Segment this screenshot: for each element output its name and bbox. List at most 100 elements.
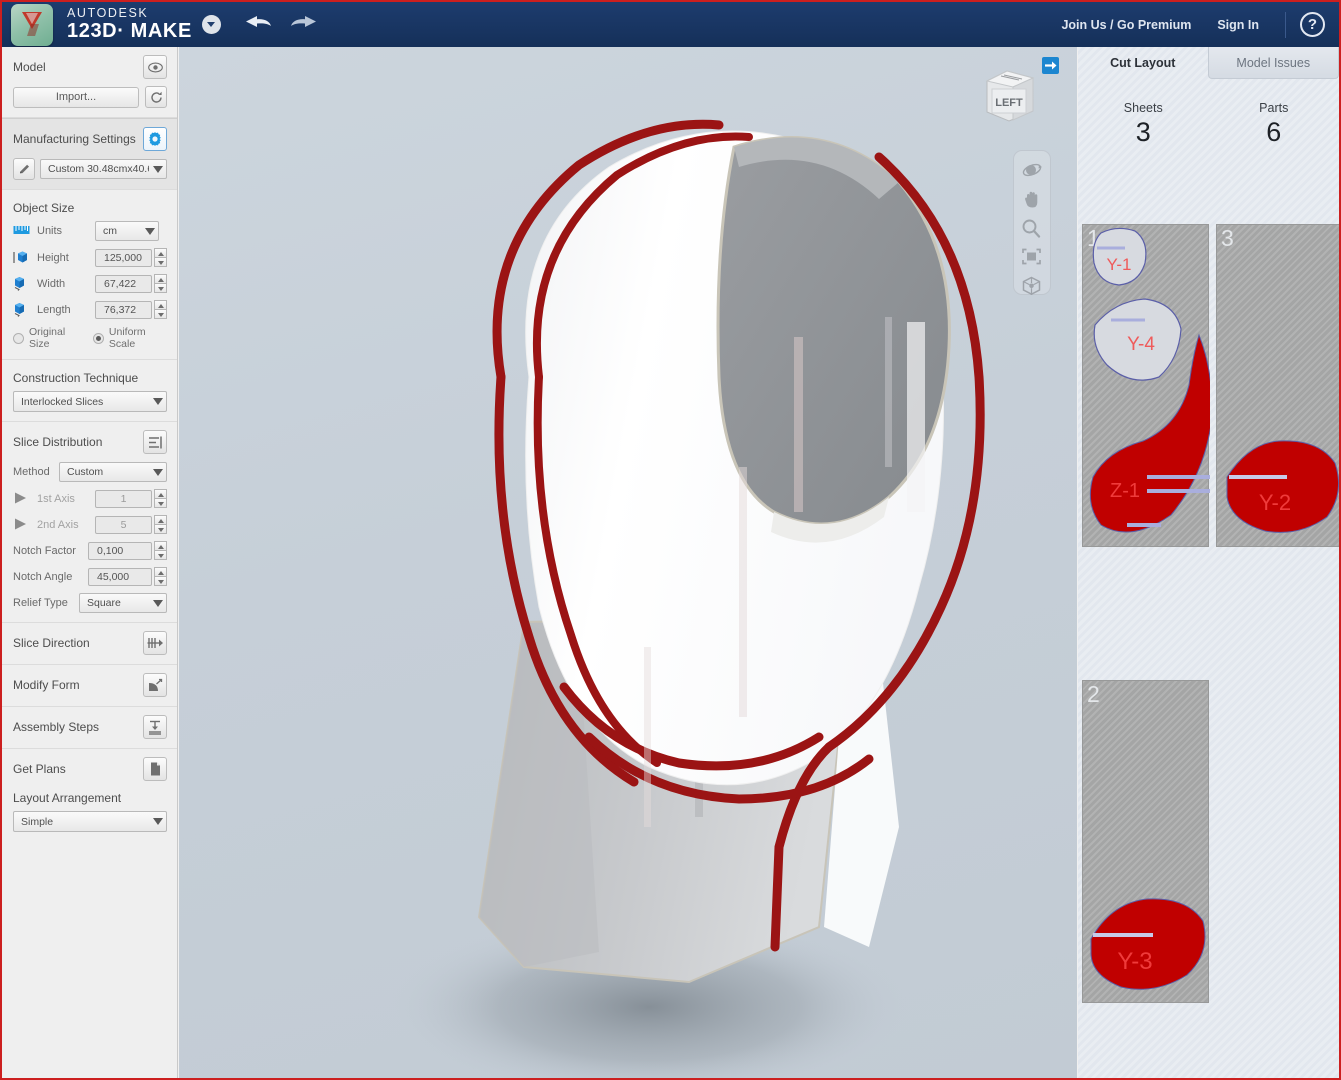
height-cube-icon <box>13 250 30 265</box>
eye-icon[interactable] <box>143 55 167 79</box>
tab-model-issues[interactable]: Model Issues <box>1207 47 1339 79</box>
help-icon[interactable]: ? <box>1300 12 1325 37</box>
collapse-panel-button[interactable] <box>1042 57 1059 74</box>
section-get-plans: Get Plans Layout Arrangement Simple <box>2 749 177 841</box>
section-slice-direction[interactable]: Slice Direction <box>2 623 177 665</box>
model-actions: Import... <box>13 86 167 108</box>
height-row: Height 125,000 <box>13 248 167 267</box>
axis1-stepper[interactable] <box>154 489 167 508</box>
section-assembly-steps[interactable]: Assembly Steps <box>2 707 177 749</box>
notch-angle-input[interactable]: 45,000 <box>88 567 152 586</box>
refresh-icon[interactable] <box>145 86 167 108</box>
app-header: AUTODESK 123D· MAKE Join Us / Go Premium… <box>2 2 1339 47</box>
application-window: AUTODESK 123D· MAKE Join Us / Go Premium… <box>0 0 1341 1080</box>
section-modify-form[interactable]: Modify Form <box>2 665 177 707</box>
parts-value: 6 <box>1266 117 1282 147</box>
import-button[interactable]: Import... <box>13 86 139 108</box>
fit-frame-icon[interactable] <box>1021 247 1043 267</box>
axis2-input[interactable]: 5 <box>95 515 152 534</box>
relief-type-row: Relief Type Square <box>13 593 167 613</box>
part-label: Y-3 <box>1117 948 1152 975</box>
expand-triangle-icon[interactable] <box>13 517 30 532</box>
stat-sheets: Sheets 3 <box>1078 101 1209 148</box>
chevron-down-circle-icon[interactable] <box>201 15 221 34</box>
relief-type-value: Square <box>87 597 121 609</box>
part-label: Y-2 <box>1259 490 1291 515</box>
height-input[interactable]: 125,000 <box>95 248 152 267</box>
get-plans-icon[interactable] <box>143 757 167 781</box>
tab-cut-layout[interactable]: Cut Layout <box>1078 47 1208 79</box>
method-row: Method Custom <box>13 462 167 482</box>
get-plans-title: Get Plans <box>13 762 66 776</box>
section-model[interactable]: Model Import... <box>2 47 177 118</box>
section-object-size: Object Size Units cm Height 125,000 Widt… <box>2 190 177 360</box>
uniform-scale-radio[interactable] <box>92 332 104 344</box>
slice-direction-title: Slice Direction <box>13 636 90 650</box>
modify-form-header: Modify Form <box>13 673 167 697</box>
sheet-thumbnail[interactable]: 1 Y-1 Y-4 Z-1 <box>1082 224 1210 547</box>
arrow-right-icon <box>1045 61 1057 70</box>
modify-form-title: Modify Form <box>13 678 80 692</box>
width-stepper[interactable] <box>154 274 167 293</box>
section-manufacturing-settings[interactable]: Manufacturing Settings Custom 30.48cmx40… <box>2 118 177 190</box>
sign-in-link[interactable]: Sign In <box>1217 18 1259 32</box>
slice-distribution-icon[interactable] <box>143 430 167 454</box>
redo-arrow-icon[interactable] <box>289 13 319 36</box>
join-premium-link[interactable]: Join Us / Go Premium <box>1061 18 1191 32</box>
material-size-value: Custom 30.48cmx40.64cm <box>48 163 149 175</box>
view-cube[interactable]: LEFT <box>979 65 1041 127</box>
notch-angle-stepper[interactable] <box>154 567 167 586</box>
slice-direction-icon[interactable] <box>143 631 167 655</box>
width-input[interactable]: 67,422 <box>95 274 152 293</box>
chevron-down-icon <box>153 165 163 173</box>
length-cube-icon <box>13 302 30 317</box>
part-label: Y-1 <box>1107 255 1132 274</box>
pencil-icon[interactable] <box>13 158 35 180</box>
notch-factor-label: Notch Factor <box>13 544 76 557</box>
original-size-label: Original Size <box>29 326 66 350</box>
3d-viewport[interactable]: LEFT <box>179 47 1077 1078</box>
assembly-steps-icon[interactable] <box>143 715 167 739</box>
method-dropdown[interactable]: Custom <box>59 462 167 482</box>
width-row: Width 67,422 <box>13 274 167 293</box>
manufacturing-title: Manufacturing Settings <box>13 132 136 146</box>
axis1-input[interactable]: 1 <box>95 489 152 508</box>
sheet-thumbnail[interactable]: 2 Y-3 <box>1082 680 1209 1003</box>
undo-arrow-icon[interactable] <box>243 13 273 36</box>
gear-icon[interactable] <box>143 127 167 151</box>
panel-tabs: Cut Layout Model Issues <box>1078 47 1339 79</box>
length-input[interactable]: 76,372 <box>95 300 152 319</box>
logo-inner-triangle-icon <box>26 12 38 24</box>
header-divider <box>1285 11 1286 38</box>
sheet-thumbnail[interactable]: 3 Y-2 <box>1216 224 1339 547</box>
height-stepper[interactable] <box>154 248 167 267</box>
zoom-magnifier-icon[interactable] <box>1021 218 1043 238</box>
relief-type-dropdown[interactable]: Square <box>79 593 167 613</box>
method-label: Method <box>13 466 50 478</box>
viewcube-icon[interactable] <box>1021 276 1043 296</box>
section-construction-technique: Construction Technique Interlocked Slice… <box>2 360 177 422</box>
pan-hand-icon[interactable] <box>1021 189 1043 209</box>
chevron-down-icon <box>153 818 163 825</box>
width-cube-icon <box>13 276 30 291</box>
notch-factor-stepper[interactable] <box>154 541 167 560</box>
notch-factor-input[interactable]: 0,100 <box>88 541 152 560</box>
layout-arrangement-dropdown[interactable]: Simple <box>13 811 167 832</box>
original-size-radio[interactable] <box>13 332 24 344</box>
modify-form-icon[interactable] <box>143 673 167 697</box>
chevron-down-icon <box>153 398 163 405</box>
notch-angle-row: Notch Angle 45,000 <box>13 567 167 586</box>
orbit-icon[interactable] <box>1021 160 1043 180</box>
construction-technique-dropdown[interactable]: Interlocked Slices <box>13 391 167 412</box>
height-label: Height <box>37 251 69 264</box>
expand-triangle-icon[interactable] <box>13 491 30 506</box>
length-stepper[interactable] <box>154 300 167 319</box>
units-dropdown[interactable]: cm <box>95 221 159 241</box>
axis1-label: 1st Axis <box>37 492 75 505</box>
brand-line-product: 123D· MAKE <box>67 19 192 42</box>
material-size-dropdown[interactable]: Custom 30.48cmx40.64cm <box>40 159 167 179</box>
axis2-stepper[interactable] <box>154 515 167 534</box>
brand-text: AUTODESK 123D· MAKE <box>67 7 192 41</box>
slice-direction-header: Slice Direction <box>13 631 167 655</box>
navigation-toolbar[interactable] <box>1013 150 1051 296</box>
